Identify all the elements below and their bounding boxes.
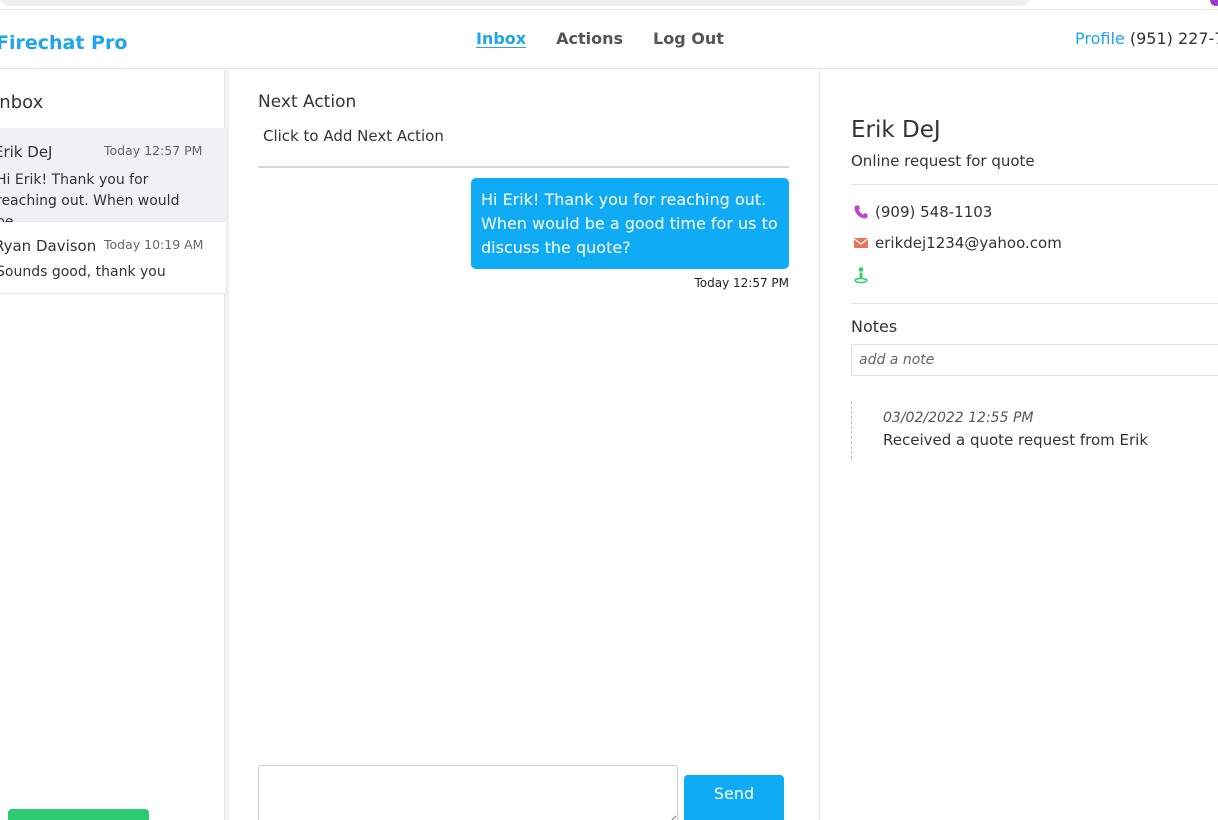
profile-phone: (951) 227-76	[1129, 29, 1218, 48]
inbox-sidebar: Inbox Erik DeJ Today 12:57 PM Hi Erik! T…	[0, 70, 225, 820]
profile-area: Profile (951) 227-76	[1075, 29, 1218, 48]
brand-logo[interactable]: Firechat Pro	[0, 32, 127, 54]
conversation-name: Erik DeJ	[0, 143, 53, 161]
contact-panel: Erik DeJ Online request for quote (909) …	[821, 70, 1218, 820]
contact-location-row[interactable]	[853, 266, 869, 284]
add-note-input[interactable]	[851, 344, 1218, 376]
browser-strip	[0, 0, 1218, 10]
envelope-icon	[853, 236, 869, 250]
extension-icon[interactable]	[1210, 0, 1218, 6]
divider	[851, 184, 1218, 185]
note-date: 03/02/2022 12:55 PM	[883, 410, 1034, 426]
divider	[851, 303, 1218, 304]
contact-email: erikdej1234@yahoo.com	[875, 234, 1062, 252]
contact-email-row[interactable]: erikdej1234@yahoo.com	[853, 234, 1062, 252]
divider	[258, 166, 789, 168]
next-action-field[interactable]: Click to Add Next Action	[263, 127, 444, 145]
profile-link[interactable]: Profile	[1075, 29, 1125, 48]
contact-phone-row[interactable]: (909) 548-1103	[853, 203, 992, 221]
conversation-panel: Next Action Click to Add Next Action Hi …	[229, 70, 820, 820]
phone-icon	[853, 204, 869, 220]
inbox-title: Inbox	[0, 92, 44, 113]
nav-log-out[interactable]: Log Out	[653, 29, 724, 48]
notes-label: Notes	[851, 317, 898, 336]
next-action-label: Next Action	[258, 92, 357, 112]
conversation-name: Ryan Davison	[0, 237, 97, 255]
conversation-item[interactable]: Ryan Davison Today 10:19 AM Sounds good,…	[0, 222, 225, 294]
nav-actions[interactable]: Actions	[556, 29, 623, 48]
top-nav-bar: Firechat Pro Inbox Actions Log Out Profi…	[0, 10, 1218, 69]
message-compose-input[interactable]	[258, 765, 678, 820]
note-entry: 03/02/2022 12:55 PM Received a quote req…	[851, 401, 1148, 459]
message-timestamp: Today 12:57 PM	[694, 276, 789, 290]
new-conversation-button[interactable]	[8, 809, 149, 820]
conversation-time: Today 10:19 AM	[104, 237, 204, 252]
main-nav: Inbox Actions Log Out	[476, 29, 724, 48]
contact-source: Online request for quote	[851, 152, 1035, 170]
conversation-snippet: Sounds good, thank you	[0, 264, 166, 280]
conversation-item-selected[interactable]: Erik DeJ Today 12:57 PM Hi Erik! Thank y…	[0, 128, 225, 230]
conversation-time: Today 12:57 PM	[104, 143, 203, 158]
message-bubble-outgoing: Hi Erik! Thank you for reaching out. Whe…	[471, 178, 789, 269]
send-button[interactable]: Send	[684, 775, 784, 820]
address-bar[interactable]	[0, 0, 1030, 6]
location-person-icon	[853, 266, 869, 284]
note-text: Received a quote request from Erik	[883, 431, 1149, 449]
contact-name: Erik DeJ	[851, 117, 941, 143]
nav-inbox[interactable]: Inbox	[476, 29, 526, 48]
contact-phone: (909) 548-1103	[875, 203, 993, 221]
